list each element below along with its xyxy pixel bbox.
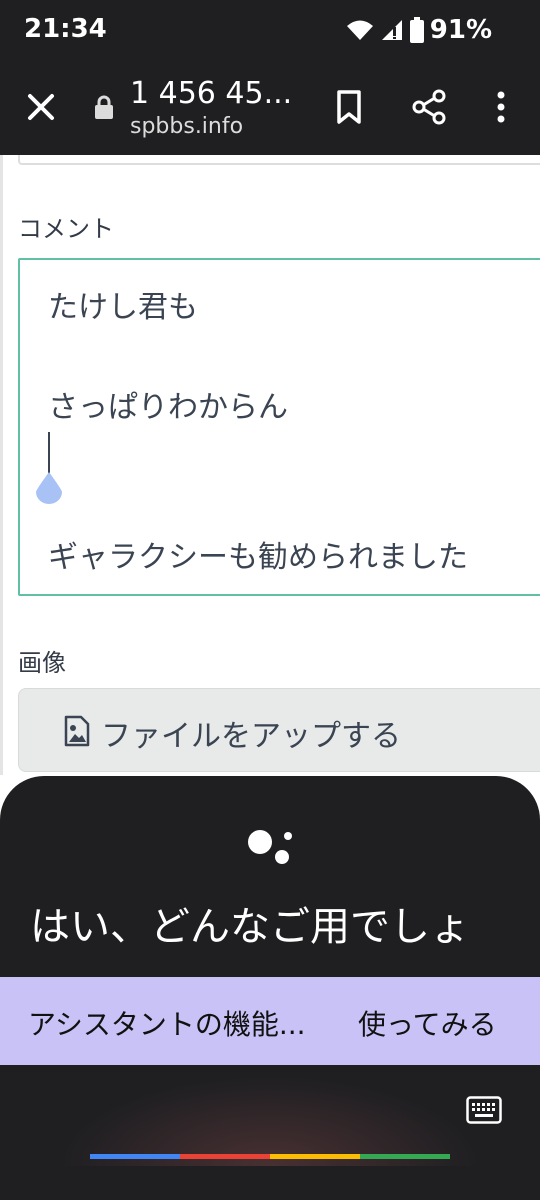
upload-file-button[interactable]: ファイルをアップする [18, 688, 540, 772]
suggestion-chip-try[interactable]: 使ってみる [358, 1003, 497, 1043]
wifi-icon [346, 20, 373, 40]
share-icon[interactable] [410, 88, 448, 126]
more-vert-icon[interactable] [490, 88, 512, 126]
text-cursor [48, 432, 50, 474]
comment-line: さっぱりわからん [48, 390, 288, 425]
assistant-bar-blue [90, 1154, 180, 1159]
status-bar: 21:34 91% [0, 0, 540, 60]
page-title[interactable]: 1 456 45... [130, 76, 292, 111]
previous-field[interactable] [18, 155, 540, 165]
battery-percent: 91% [429, 15, 492, 45]
bookmark-icon[interactable] [334, 88, 364, 126]
close-icon[interactable] [22, 88, 60, 126]
comment-line: たけし君も [48, 290, 198, 325]
web-page-content: コメント たけし君も さっぱりわからん ギャラクシーも勧められました 画像 ファ… [0, 155, 540, 775]
image-label: 画像 [18, 649, 66, 677]
lock-icon [95, 95, 113, 119]
comment-line: ギャラクシーも勧められました [48, 540, 468, 575]
assistant-greeting: はい、どんなご用でしょ [30, 904, 470, 950]
upload-button-label: ファイルをアップする [101, 719, 401, 754]
status-time: 21:34 [24, 14, 107, 44]
suggestion-chip-features[interactable]: アシスタントの機能... [28, 1003, 306, 1043]
suggestion-bar: アシスタントの機能... 使ってみる [0, 977, 540, 1065]
comment-label: コメント [18, 215, 114, 243]
assistant-panel: はい、どんなご用でしょ アシスタントの機能... 使ってみる [0, 776, 540, 1200]
comment-textarea[interactable]: たけし君も さっぱりわからん ギャラクシーも勧められました [18, 258, 540, 596]
assistant-logo-icon [248, 830, 292, 864]
signal-icon [381, 20, 402, 40]
cursor-handle-icon[interactable] [34, 470, 64, 504]
assistant-bar-green [360, 1154, 450, 1159]
page-edge-rule [0, 155, 3, 775]
listening-glow [60, 1076, 480, 1166]
assistant-bar-red [180, 1154, 270, 1159]
battery-icon [409, 17, 424, 43]
status-icons: 91% [346, 14, 492, 46]
keyboard-icon[interactable] [466, 1096, 502, 1124]
page-domain[interactable]: spbbs.info [130, 114, 243, 139]
image-icon [64, 715, 90, 747]
custom-tab-toolbar: 1 456 45... spbbs.info [0, 60, 540, 155]
assistant-bar-yellow [270, 1154, 360, 1159]
